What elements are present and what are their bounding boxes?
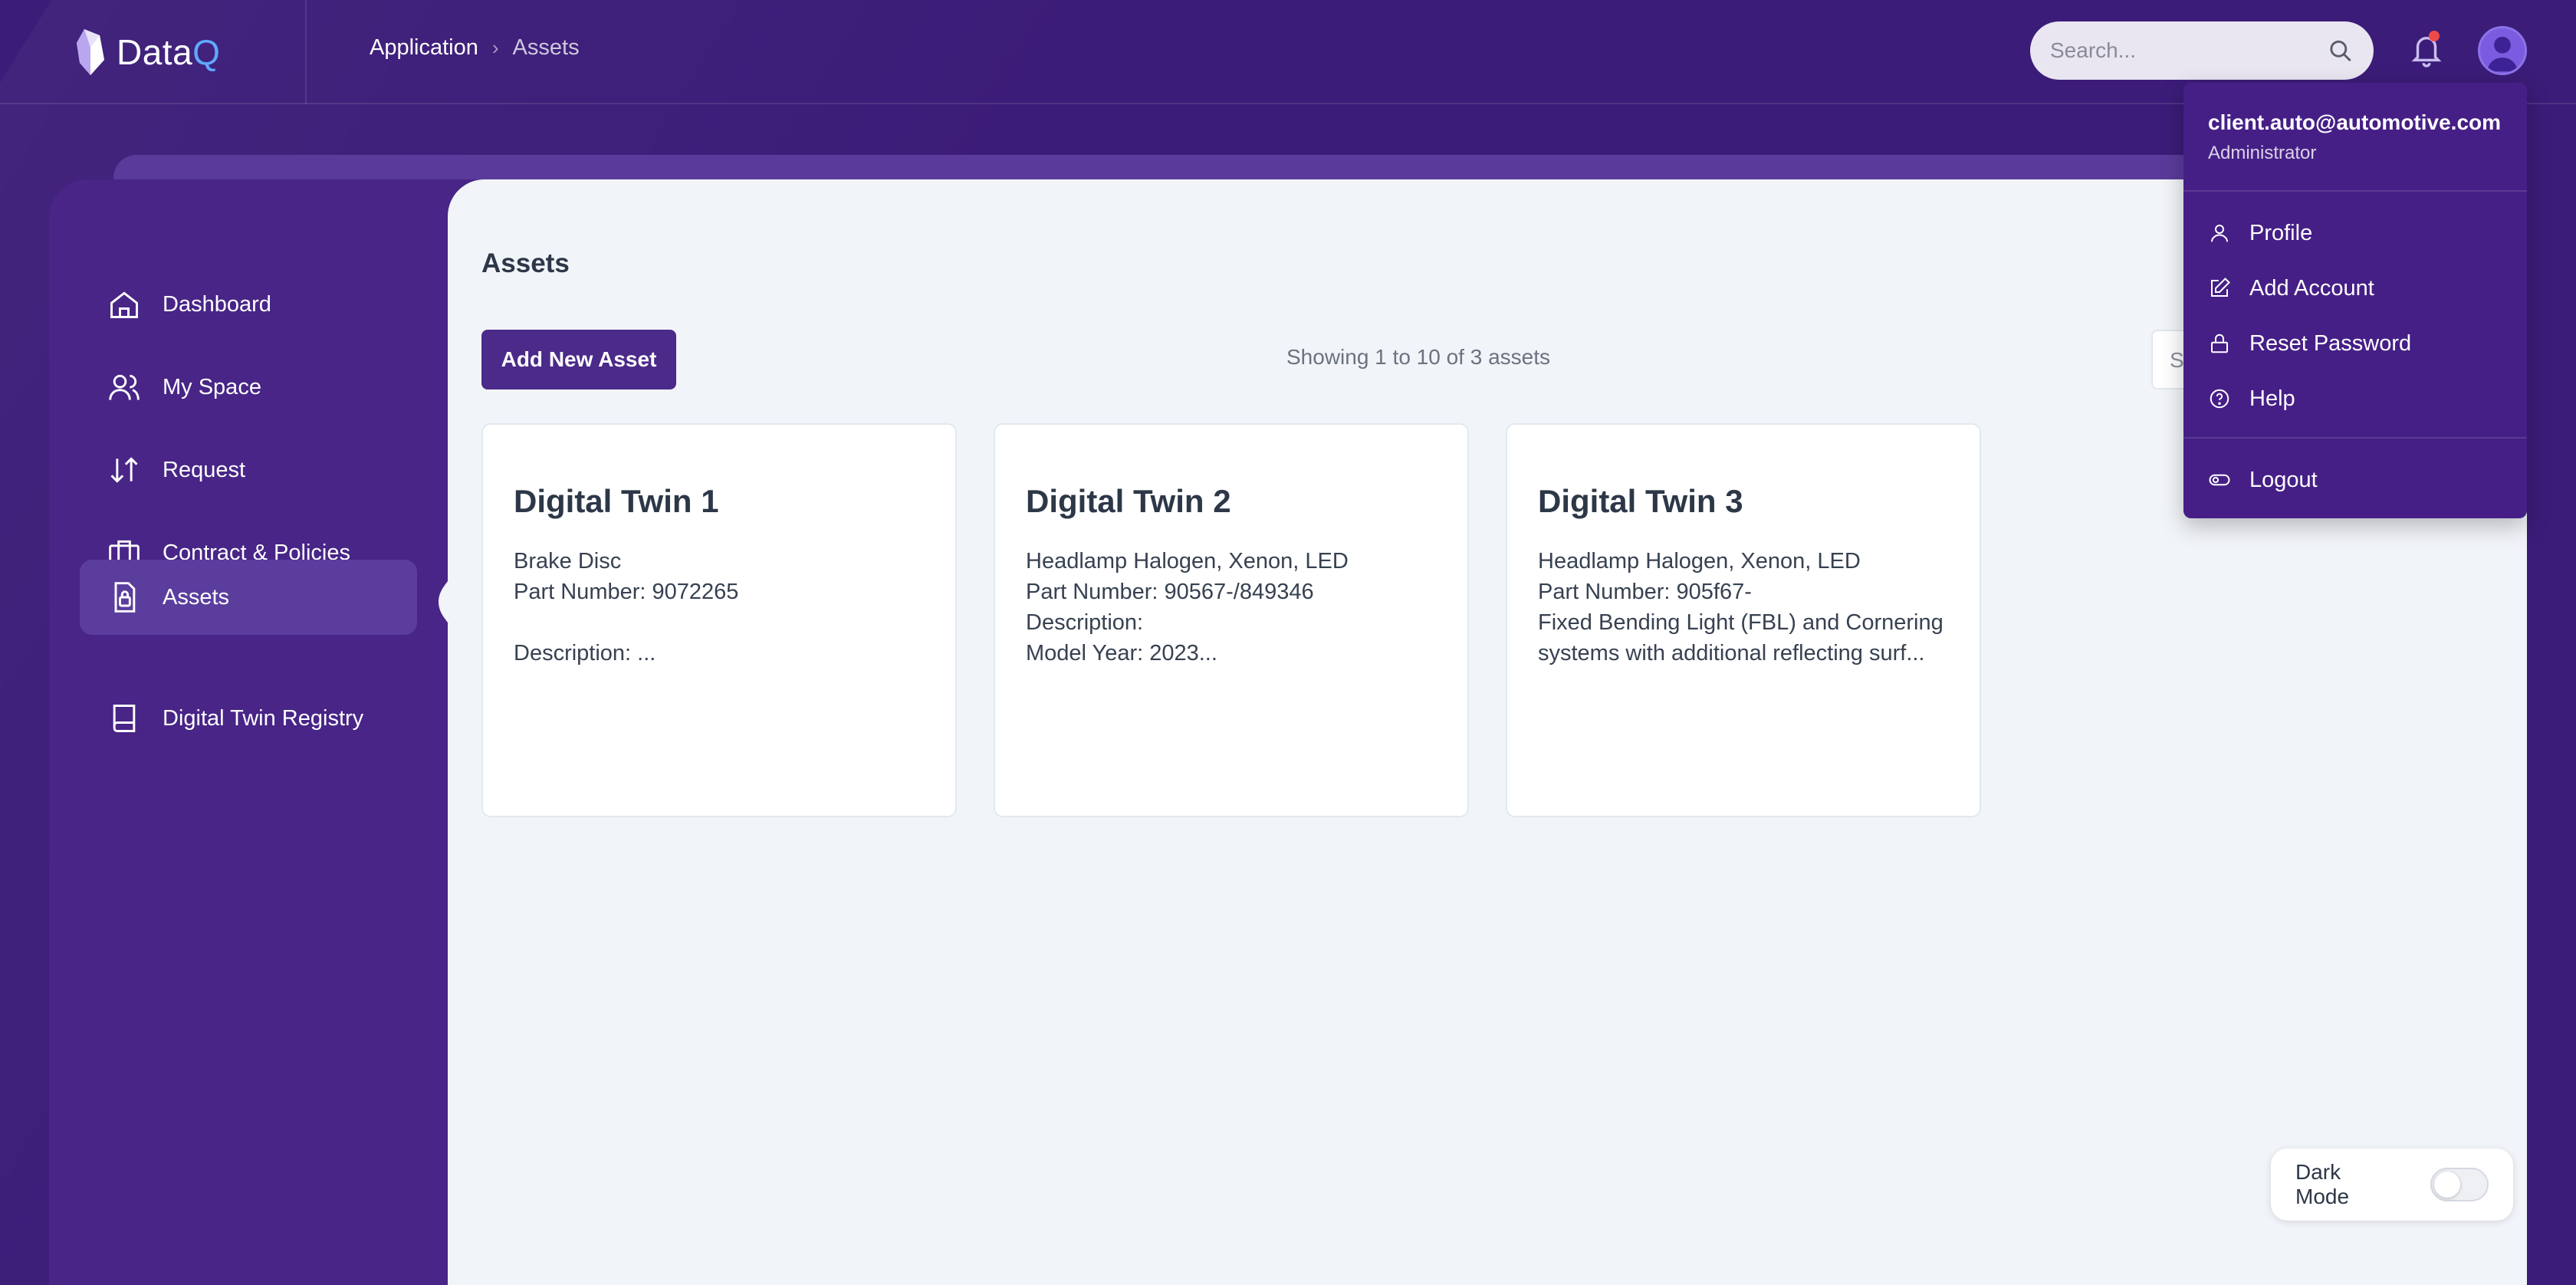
asset-card-line: Headlamp Halogen, Xenon, LED	[1538, 549, 1861, 573]
dark-mode-toggle[interactable]	[2430, 1168, 2489, 1201]
menu-item-profile[interactable]: Profile	[2208, 213, 2515, 253]
breadcrumb-application[interactable]: Application	[370, 35, 478, 61]
menu-item-label: Add Account	[2249, 275, 2374, 301]
asset-card-title: Digital Twin 2	[1026, 483, 1231, 519]
users-icon	[109, 374, 140, 400]
sidebar-item-assets[interactable]: Assets	[80, 560, 417, 635]
asset-card-body: Headlamp Halogen, Xenon, LED Part Number…	[1538, 546, 1952, 669]
home-icon	[110, 291, 138, 318]
breadcrumb-current: Assets	[512, 35, 580, 60]
lock-icon	[2211, 334, 2228, 353]
dark-mode-label: Dark Mode	[2295, 1160, 2350, 1208]
asset-card-line: Description:	[1026, 610, 1144, 635]
menu-item-label: Logout	[2249, 467, 2318, 492]
sidebar-item-request[interactable]: Request	[80, 432, 417, 508]
book-icon	[113, 705, 136, 732]
avatar[interactable]	[2478, 26, 2527, 75]
help-circle-icon	[2210, 389, 2229, 409]
asset-card-title: Digital Twin 1	[514, 483, 719, 519]
toggle-knob	[2434, 1172, 2461, 1198]
header-divider	[305, 0, 307, 104]
asset-card-1[interactable]: Digital Twin 1 Brake Disc Part Number: 9…	[481, 423, 957, 817]
asset-card-body: Brake Disc Part Number: 9072265 Descript…	[514, 546, 928, 669]
user-email: client.auto@automotive.com	[2208, 110, 2502, 134]
asset-card-line: Brake Disc	[514, 549, 622, 573]
asset-card-line: Fixed Bending Light (FBL) and Cornering …	[1538, 610, 1944, 666]
menu-item-label: Reset Password	[2249, 330, 2412, 356]
edit-icon	[2211, 278, 2230, 297]
sidebar-item-dashboard[interactable]: Dashboard	[80, 267, 417, 342]
menu-divider	[2183, 437, 2527, 439]
asset-card-line: Model Year: 2023...	[1026, 641, 1217, 666]
asset-card-title: Digital Twin 3	[1538, 483, 1743, 519]
avatar-user-icon	[2487, 36, 2518, 72]
logo-crystal-icon	[77, 29, 104, 75]
asset-card-body: Headlamp Halogen, Xenon, LED Part Number…	[1026, 546, 1440, 669]
user-role: Administrator	[2208, 143, 2317, 163]
brand-name: DataQ	[117, 32, 221, 72]
asset-card-line	[514, 607, 928, 638]
dark-mode-control: Dark Mode	[2271, 1149, 2513, 1221]
add-new-asset-button[interactable]: Add New Asset	[481, 330, 676, 389]
menu-divider	[2183, 190, 2527, 192]
menu-item-add-account[interactable]: Add Account	[2208, 268, 2515, 308]
page-title: Assets	[481, 248, 570, 278]
sidebar-item-label: Assets	[163, 584, 230, 610]
sidebar-item-my-space[interactable]: My Space	[80, 350, 417, 425]
breadcrumb: Application › Assets	[370, 35, 580, 61]
sidebar: Dashboard My Space Request Contract & Po…	[49, 179, 478, 1285]
menu-item-label: Profile	[2249, 220, 2313, 245]
sidebar-item-label: Dashboard	[163, 291, 271, 317]
menu-item-label: Help	[2249, 386, 2295, 411]
header-search	[2030, 21, 2374, 80]
asset-card-2[interactable]: Digital Twin 2 Headlamp Halogen, Xenon, …	[994, 423, 1469, 817]
search-icon[interactable]	[2327, 36, 2354, 65]
arrows-updown-icon	[110, 457, 138, 483]
sidebar-item-label: Request	[163, 457, 246, 482]
menu-item-reset-password[interactable]: Reset Password	[2208, 324, 2515, 363]
asset-card-line: Part Number: 905f67-	[1538, 580, 1752, 604]
sidebar-item-label: Digital Twin Registry	[163, 705, 364, 731]
asset-card-3[interactable]: Digital Twin 3 Headlamp Halogen, Xenon, …	[1506, 423, 1981, 817]
brand-logo[interactable]: DataQ	[74, 23, 220, 81]
asset-card-line: Description: ...	[514, 641, 656, 666]
notification-dot	[2429, 31, 2440, 41]
menu-item-help[interactable]: Help	[2208, 379, 2515, 419]
asset-card-line: Headlamp Halogen, Xenon, LED	[1026, 549, 1349, 573]
asset-card-line: Part Number: 90567-/849346	[1026, 580, 1314, 604]
lock-doc-icon	[114, 582, 136, 613]
user-dropdown-menu: client.auto@automotive.com Administrator…	[2183, 83, 2527, 518]
toggle-icon	[2209, 474, 2230, 486]
breadcrumb-separator: ›	[491, 36, 499, 59]
pagination-summary: Showing 1 to 10 of 3 assets	[1286, 345, 1550, 369]
sidebar-item-label: My Space	[163, 374, 261, 399]
header-search-input[interactable]	[2050, 38, 2327, 63]
sidebar-item-digital-twin-registry[interactable]: Digital Twin Registry	[80, 681, 417, 756]
sidebar-active-notch	[439, 552, 462, 652]
user-icon	[2211, 225, 2228, 242]
asset-card-line: Part Number: 9072265	[514, 580, 739, 604]
menu-item-logout[interactable]: Logout	[2208, 460, 2515, 500]
